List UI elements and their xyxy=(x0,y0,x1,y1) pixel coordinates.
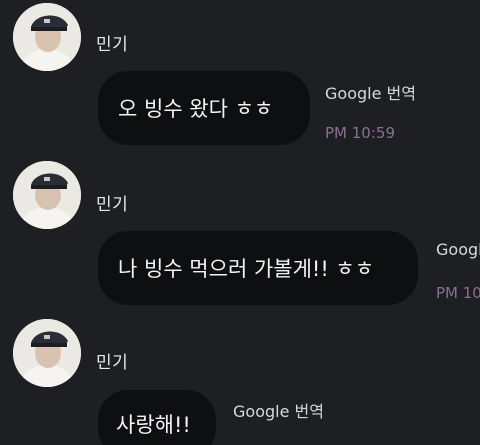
avatar[interactable] xyxy=(13,161,81,229)
google-translate-link[interactable]: Google xyxy=(436,240,480,259)
message-timestamp: PM 10:59 xyxy=(325,124,395,142)
avatar[interactable] xyxy=(13,319,81,387)
sender-name: 민기 xyxy=(96,35,129,55)
sender-name: 민기 xyxy=(96,195,129,215)
google-translate-link[interactable]: Google 번역 xyxy=(233,398,324,422)
message-timestamp: PM 10 xyxy=(436,284,480,302)
chat-screen: 민기 오 빙수 왔다 ㅎㅎ Google 번역 PM 10:59 민기 나 빙수… xyxy=(0,0,480,445)
sender-name: 민기 xyxy=(96,353,129,373)
message-bubble[interactable]: 오 빙수 왔다 ㅎㅎ xyxy=(98,71,310,145)
profile-photo xyxy=(13,3,81,71)
profile-photo xyxy=(13,319,81,387)
google-translate-link[interactable]: Google 번역 xyxy=(325,80,416,104)
message-bubble[interactable]: 나 빙수 먹으러 가볼게!! ㅎㅎ xyxy=(98,231,418,305)
profile-photo xyxy=(13,161,81,229)
avatar[interactable] xyxy=(13,3,81,71)
message-bubble[interactable]: 사랑해!! xyxy=(98,390,216,445)
